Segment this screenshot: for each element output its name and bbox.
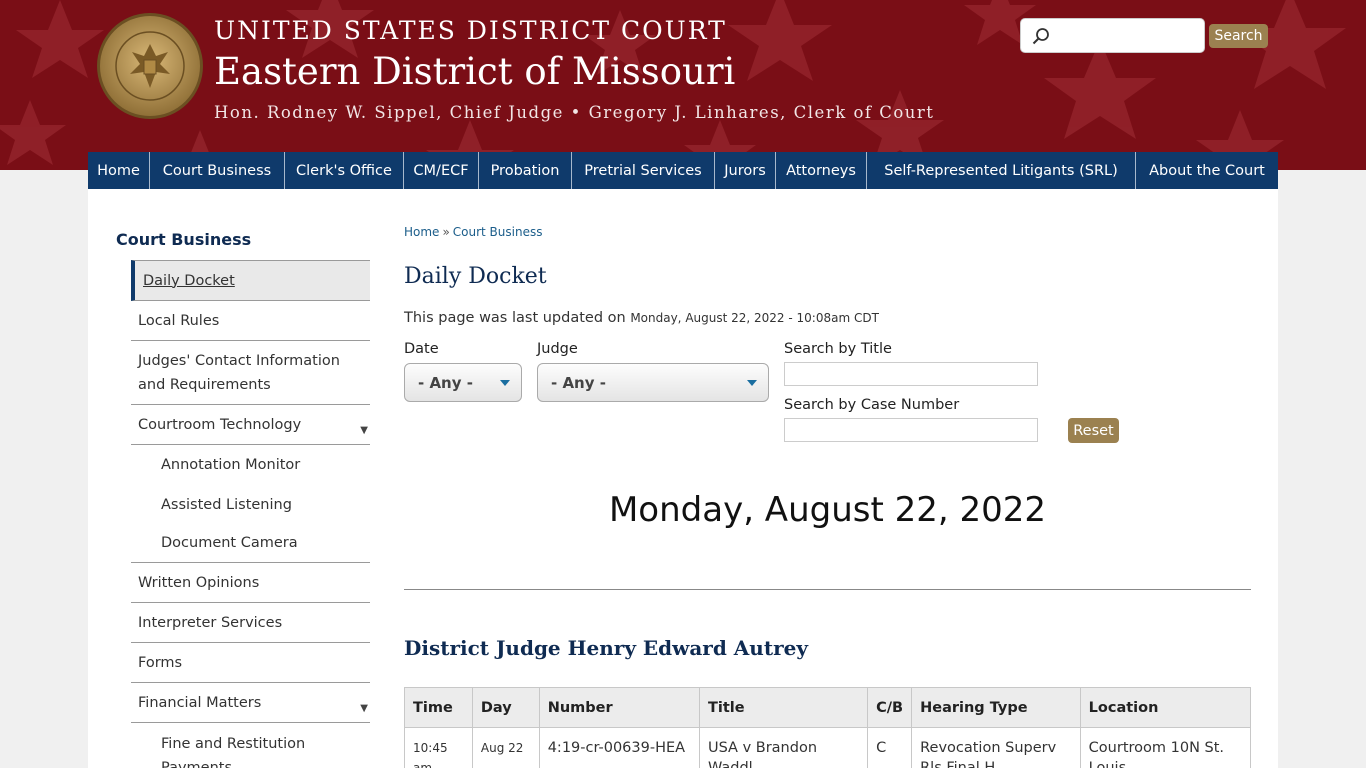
sidebar-item-label: Document Camera xyxy=(161,535,298,551)
nav-jurors[interactable]: Jurors xyxy=(715,152,776,189)
last-updated-value: Monday, August 22, 2022 - 10:08am CDT xyxy=(630,311,879,325)
judge-select[interactable]: - Any - xyxy=(537,363,769,402)
cell-time: 10:45 am xyxy=(404,727,473,768)
divider xyxy=(404,589,1251,590)
cell-title: USA v Brandon Waddl... xyxy=(698,727,869,768)
site-header: UNITED STATES DISTRICT COURT Eastern Dis… xyxy=(0,0,1366,170)
column-header-number[interactable]: Number xyxy=(538,687,700,728)
caret-down-icon xyxy=(500,380,510,386)
cell-cb: C xyxy=(867,727,913,768)
nav-attorneys[interactable]: Attorneys xyxy=(776,152,867,189)
site-search-box[interactable] xyxy=(1020,18,1205,53)
sidebar-title: Court Business xyxy=(116,230,252,249)
sidebar-item-financial-matters[interactable]: Financial Matters ▼ xyxy=(131,683,370,723)
date-filter-label: Date xyxy=(404,341,439,357)
column-header-cb[interactable]: C/B xyxy=(867,687,913,728)
sidebar-item-forms[interactable]: Forms xyxy=(131,643,370,683)
date-select-value: - Any - xyxy=(418,373,473,392)
breadcrumb-current[interactable]: Court Business xyxy=(453,225,543,239)
docket-date-heading: Monday, August 22, 2022 xyxy=(608,490,1047,530)
court-officials: Hon. Rodney W. Sippel, Chief Judge • Gre… xyxy=(214,103,935,122)
case-number-input[interactable] xyxy=(784,418,1038,442)
search-input[interactable] xyxy=(1057,26,1197,46)
column-header-location[interactable]: Location xyxy=(1079,687,1252,728)
sidebar-item-label: Forms xyxy=(138,654,183,671)
table-row: 10:45 am Aug 22 4:19-cr-00639-HEA USA v … xyxy=(404,727,1252,768)
nav-srl[interactable]: Self-Represented Litigants (SRL) xyxy=(867,152,1136,189)
title-search-label: Search by Title xyxy=(784,341,892,357)
reset-button[interactable]: Reset xyxy=(1068,418,1119,443)
sidebar-item-label: Annotation Monitor xyxy=(161,457,301,473)
nav-home[interactable]: Home xyxy=(88,152,150,189)
expand-triangle-icon[interactable]: ▼ xyxy=(360,419,368,443)
caret-down-icon xyxy=(747,380,757,386)
judge-select-value: - Any - xyxy=(551,373,606,392)
sidebar-item-interpreter-services[interactable]: Interpreter Services xyxy=(131,603,370,643)
sidebar-item-courtroom-technology[interactable]: Courtroom Technology ▼ xyxy=(131,405,370,445)
judge-heading: District Judge Henry Edward Autrey xyxy=(404,636,808,660)
sidebar-item-annotation-monitor[interactable]: Annotation Monitor xyxy=(131,445,370,485)
title-search-input[interactable] xyxy=(784,362,1038,386)
cell-number: 4:19-cr-00639-HEA xyxy=(538,727,700,768)
cell-day: Aug 22 xyxy=(471,727,540,768)
cell-location: Courtroom 10N St. Louis xyxy=(1079,727,1252,768)
sidebar-item-label: Assisted Listening xyxy=(161,496,292,513)
sidebar-item-label: Written Opinions xyxy=(138,574,260,591)
court-seal-icon[interactable] xyxy=(96,12,204,120)
cell-hearing-type: Revocation Superv Rls Final H... xyxy=(911,727,1081,768)
nav-probation[interactable]: Probation xyxy=(479,152,572,189)
column-header-hearing-type[interactable]: Hearing Type xyxy=(911,687,1081,728)
sidebar-item-label: Financial Matters xyxy=(138,694,262,711)
breadcrumb: Home» Court Business xyxy=(404,225,542,239)
table-header-row: Time Day Number Title C/B Hearing Type L… xyxy=(404,687,1252,728)
sidebar-item-label: Courtroom Technology xyxy=(138,416,302,433)
sidebar-item-daily-docket[interactable]: Daily Docket xyxy=(131,260,370,301)
sidebar-item-label: Fine and Restitution Payments xyxy=(161,736,306,768)
district-name[interactable]: Eastern District of Missouri xyxy=(214,50,735,93)
sidebar-item-judges-contact[interactable]: Judges' Contact Information and Requirem… xyxy=(131,341,370,405)
case-number-label: Search by Case Number xyxy=(784,397,960,413)
sidebar-item-fine-restitution[interactable]: Fine and Restitution Payments xyxy=(131,723,370,768)
judge-filter-label: Judge xyxy=(537,341,578,357)
sidebar-item-local-rules[interactable]: Local Rules xyxy=(131,301,370,341)
breadcrumb-separator: » xyxy=(442,225,450,239)
last-updated: This page was last updated on Monday, Au… xyxy=(404,310,879,326)
search-button[interactable]: Search xyxy=(1209,24,1268,48)
search-icon xyxy=(1032,28,1049,45)
column-header-day[interactable]: Day xyxy=(471,687,540,728)
last-updated-prefix: This page was last updated on xyxy=(404,310,626,326)
column-header-time[interactable]: Time xyxy=(404,687,473,728)
breadcrumb-home[interactable]: Home xyxy=(404,225,439,239)
main-nav: Home Court Business Clerk's Office CM/EC… xyxy=(88,152,1278,189)
sidebar-item-label: Local Rules xyxy=(138,312,220,329)
nav-pretrial-services[interactable]: Pretrial Services xyxy=(572,152,715,189)
column-header-title[interactable]: Title xyxy=(698,687,869,728)
sidebar-menu: Daily Docket Local Rules Judges' Contact… xyxy=(131,260,370,768)
sidebar-item-document-camera[interactable]: Document Camera xyxy=(131,524,370,563)
expand-triangle-icon[interactable]: ▼ xyxy=(360,697,368,721)
docket-table: Time Day Number Title C/B Hearing Type L… xyxy=(404,687,1252,768)
sidebar-item-written-opinions[interactable]: Written Opinions xyxy=(131,563,370,603)
date-select[interactable]: - Any - xyxy=(404,363,522,402)
sidebar-item-assisted-listening[interactable]: Assisted Listening xyxy=(131,485,370,524)
page-title: Daily Docket xyxy=(404,264,547,289)
sidebar-item-label: Daily Docket xyxy=(143,272,235,289)
nav-clerks-office[interactable]: Clerk's Office xyxy=(285,152,404,189)
nav-about-the-court[interactable]: About the Court xyxy=(1136,152,1278,189)
nav-cm-ecf[interactable]: CM/ECF xyxy=(404,152,479,189)
court-name[interactable]: UNITED STATES DISTRICT COURT xyxy=(214,16,727,45)
sidebar-item-label: Interpreter Services xyxy=(138,614,283,631)
sidebar-item-label: Judges' Contact Information and Requirem… xyxy=(138,352,340,393)
nav-court-business[interactable]: Court Business xyxy=(150,152,285,189)
